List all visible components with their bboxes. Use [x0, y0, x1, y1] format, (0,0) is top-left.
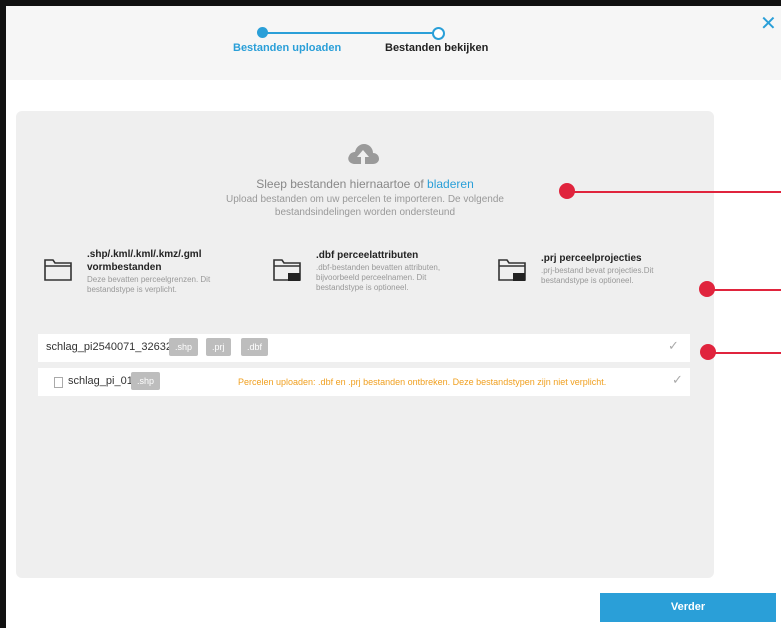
- file-icon: [54, 377, 63, 388]
- step-1-label[interactable]: Bestanden uploaden: [233, 42, 341, 54]
- stepper-line-completed: [266, 32, 355, 34]
- step-2-indicator: [432, 27, 445, 40]
- annotation-line-1: [567, 191, 781, 193]
- step-2-label[interactable]: Bestanden bekijken: [385, 42, 488, 54]
- dropzone-subtext: Upload bestanden om uw percelen te impor…: [226, 194, 504, 218]
- annotation-line-3: [708, 352, 781, 354]
- window-frame-left: [0, 0, 6, 628]
- browse-link[interactable]: bladeren: [427, 177, 474, 191]
- next-button[interactable]: Verder: [600, 593, 776, 622]
- filetype-3-title: .prj perceelprojecties: [541, 253, 642, 264]
- file-badge-shp: .shp: [131, 372, 161, 390]
- dropzone-text: Sleep bestanden hiernaartoe of bladeren: [16, 177, 714, 191]
- check-icon: ✓: [672, 372, 683, 387]
- file-name: schlag_pi_01: [68, 375, 133, 387]
- cloud-upload-icon: [348, 144, 379, 164]
- filetype-1-subtitle: vormbestanden: [87, 262, 162, 273]
- file-name: schlag_pi2540071_32632: [46, 341, 173, 353]
- file-badge-dbf: .dbf: [241, 338, 269, 356]
- filetype-1-title: .shp/.kml/.kml/.kmz/.gml: [87, 249, 202, 260]
- filetype-1-desc: Deze bevatten perceelgrenzen. Dit bestan…: [87, 275, 211, 294]
- filetype-2-title: .dbf perceelattributen: [316, 250, 419, 261]
- step-1-indicator: [257, 27, 268, 38]
- annotation-line-2: [707, 289, 781, 291]
- annotation-marker-1: [559, 183, 575, 199]
- stepper-line: [355, 32, 437, 34]
- file-badge-prj: .prj: [206, 338, 231, 356]
- file-row[interactable]: schlag_pi2540071_32632 .shp .prj .dbf ✓: [38, 334, 690, 362]
- folder-dbf-icon: [273, 259, 301, 281]
- missing-files-warning: Percelen uploaden: .dbf en .prj bestande…: [238, 377, 607, 387]
- filetype-2-desc: .dbf-bestanden bevatten attributen, bijv…: [316, 263, 441, 292]
- folder-prj-icon: [498, 259, 526, 281]
- file-row[interactable]: schlag_pi_01 .shp Percelen uploaden: .db…: [38, 368, 690, 396]
- check-icon: ✓: [668, 338, 679, 353]
- close-icon[interactable]: ✕: [760, 14, 777, 34]
- folder-icon: [44, 259, 72, 281]
- filetype-3-desc: .prj-bestand bevat projecties.Dit bestan…: [541, 266, 654, 285]
- annotation-marker-3: [700, 344, 716, 360]
- annotation-marker-2: [699, 281, 715, 297]
- dropzone-instruction: Sleep bestanden hiernaartoe of: [256, 177, 424, 191]
- file-badge-shp: .shp: [169, 338, 199, 356]
